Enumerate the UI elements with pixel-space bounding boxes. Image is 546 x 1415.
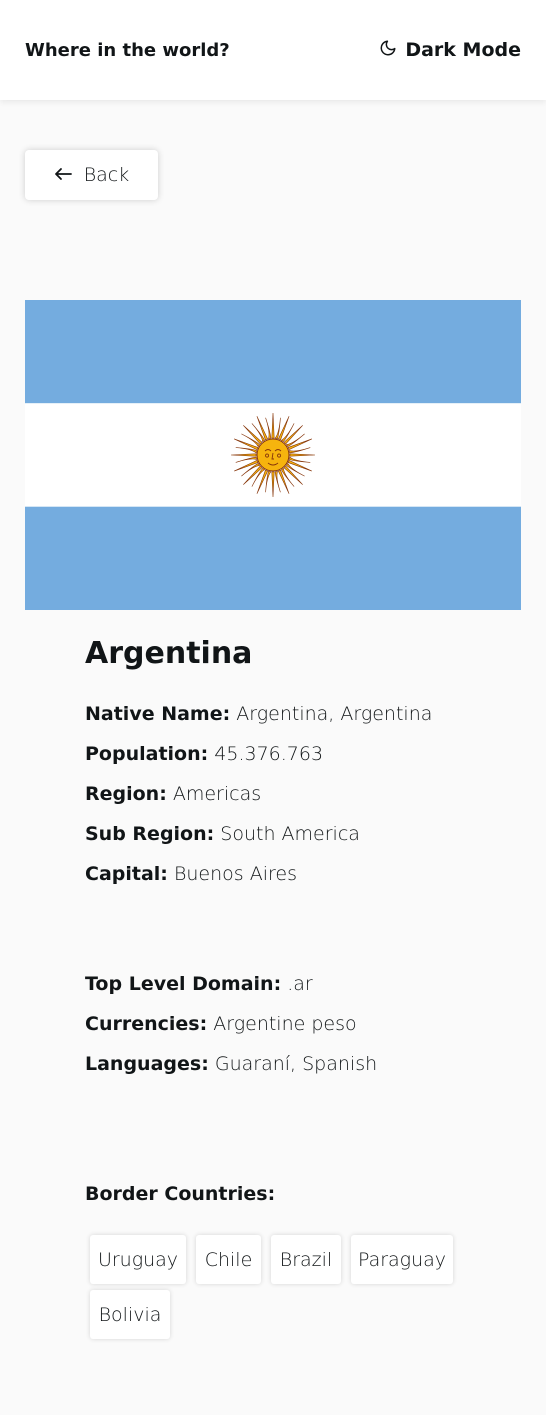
languages-row: Languages: Guaraní, Spanish xyxy=(85,1053,377,1075)
back-button[interactable]: Back xyxy=(25,150,158,200)
currencies-value: Argentine peso xyxy=(213,1013,357,1035)
population-label: Population: xyxy=(85,743,209,765)
capital-value: Buenos Aires xyxy=(173,863,297,885)
app-title: Where in the world? xyxy=(25,39,230,61)
currencies-label: Currencies: xyxy=(85,1013,208,1035)
back-button-label: Back xyxy=(83,164,130,186)
dark-mode-toggle[interactable]: Dark Mode xyxy=(379,39,521,62)
country-flag xyxy=(25,300,521,610)
tld-value: .ar xyxy=(287,973,313,995)
population-row: Population: 45.376.763 xyxy=(85,743,323,765)
border-country-chip[interactable]: Brazil xyxy=(271,1235,341,1284)
dark-mode-label: Dark Mode xyxy=(405,39,521,61)
tld-row: Top Level Domain: .ar xyxy=(85,973,313,995)
border-country-chip[interactable]: Bolivia xyxy=(90,1290,170,1339)
native-name-label: Native Name: xyxy=(85,703,231,725)
sub-region-row: Sub Region: South America xyxy=(85,823,360,845)
population-value: 45.376.763 xyxy=(214,743,324,765)
languages-label: Languages: xyxy=(85,1053,209,1075)
native-name-value: Argentina, Argentina xyxy=(236,703,433,725)
moon-icon xyxy=(379,39,397,62)
arrow-left-icon xyxy=(54,164,72,186)
sub-region-label: Sub Region: xyxy=(85,823,215,845)
border-country-chip[interactable]: Chile xyxy=(196,1235,261,1284)
capital-label: Capital: xyxy=(85,863,168,885)
currencies-row: Currencies: Argentine peso xyxy=(85,1013,357,1035)
border-country-chip[interactable]: Paraguay xyxy=(351,1235,453,1284)
native-name-row: Native Name: Argentina, Argentina xyxy=(85,703,432,725)
border-countries-title: Border Countries: xyxy=(85,1183,276,1205)
region-label: Region: xyxy=(85,783,167,805)
app-header: Where in the world? Dark Mode xyxy=(0,0,546,100)
sun-of-may-icon xyxy=(230,412,316,498)
country-name: Argentina xyxy=(85,636,253,671)
capital-row: Capital: Buenos Aires xyxy=(85,863,297,885)
tld-label: Top Level Domain: xyxy=(85,973,282,995)
region-value: Americas xyxy=(172,783,262,805)
border-country-chip[interactable]: Uruguay xyxy=(90,1235,186,1284)
languages-value: Guaraní, Spanish xyxy=(214,1053,378,1075)
region-row: Region: Americas xyxy=(85,783,261,805)
sub-region-value: South America xyxy=(220,823,360,845)
